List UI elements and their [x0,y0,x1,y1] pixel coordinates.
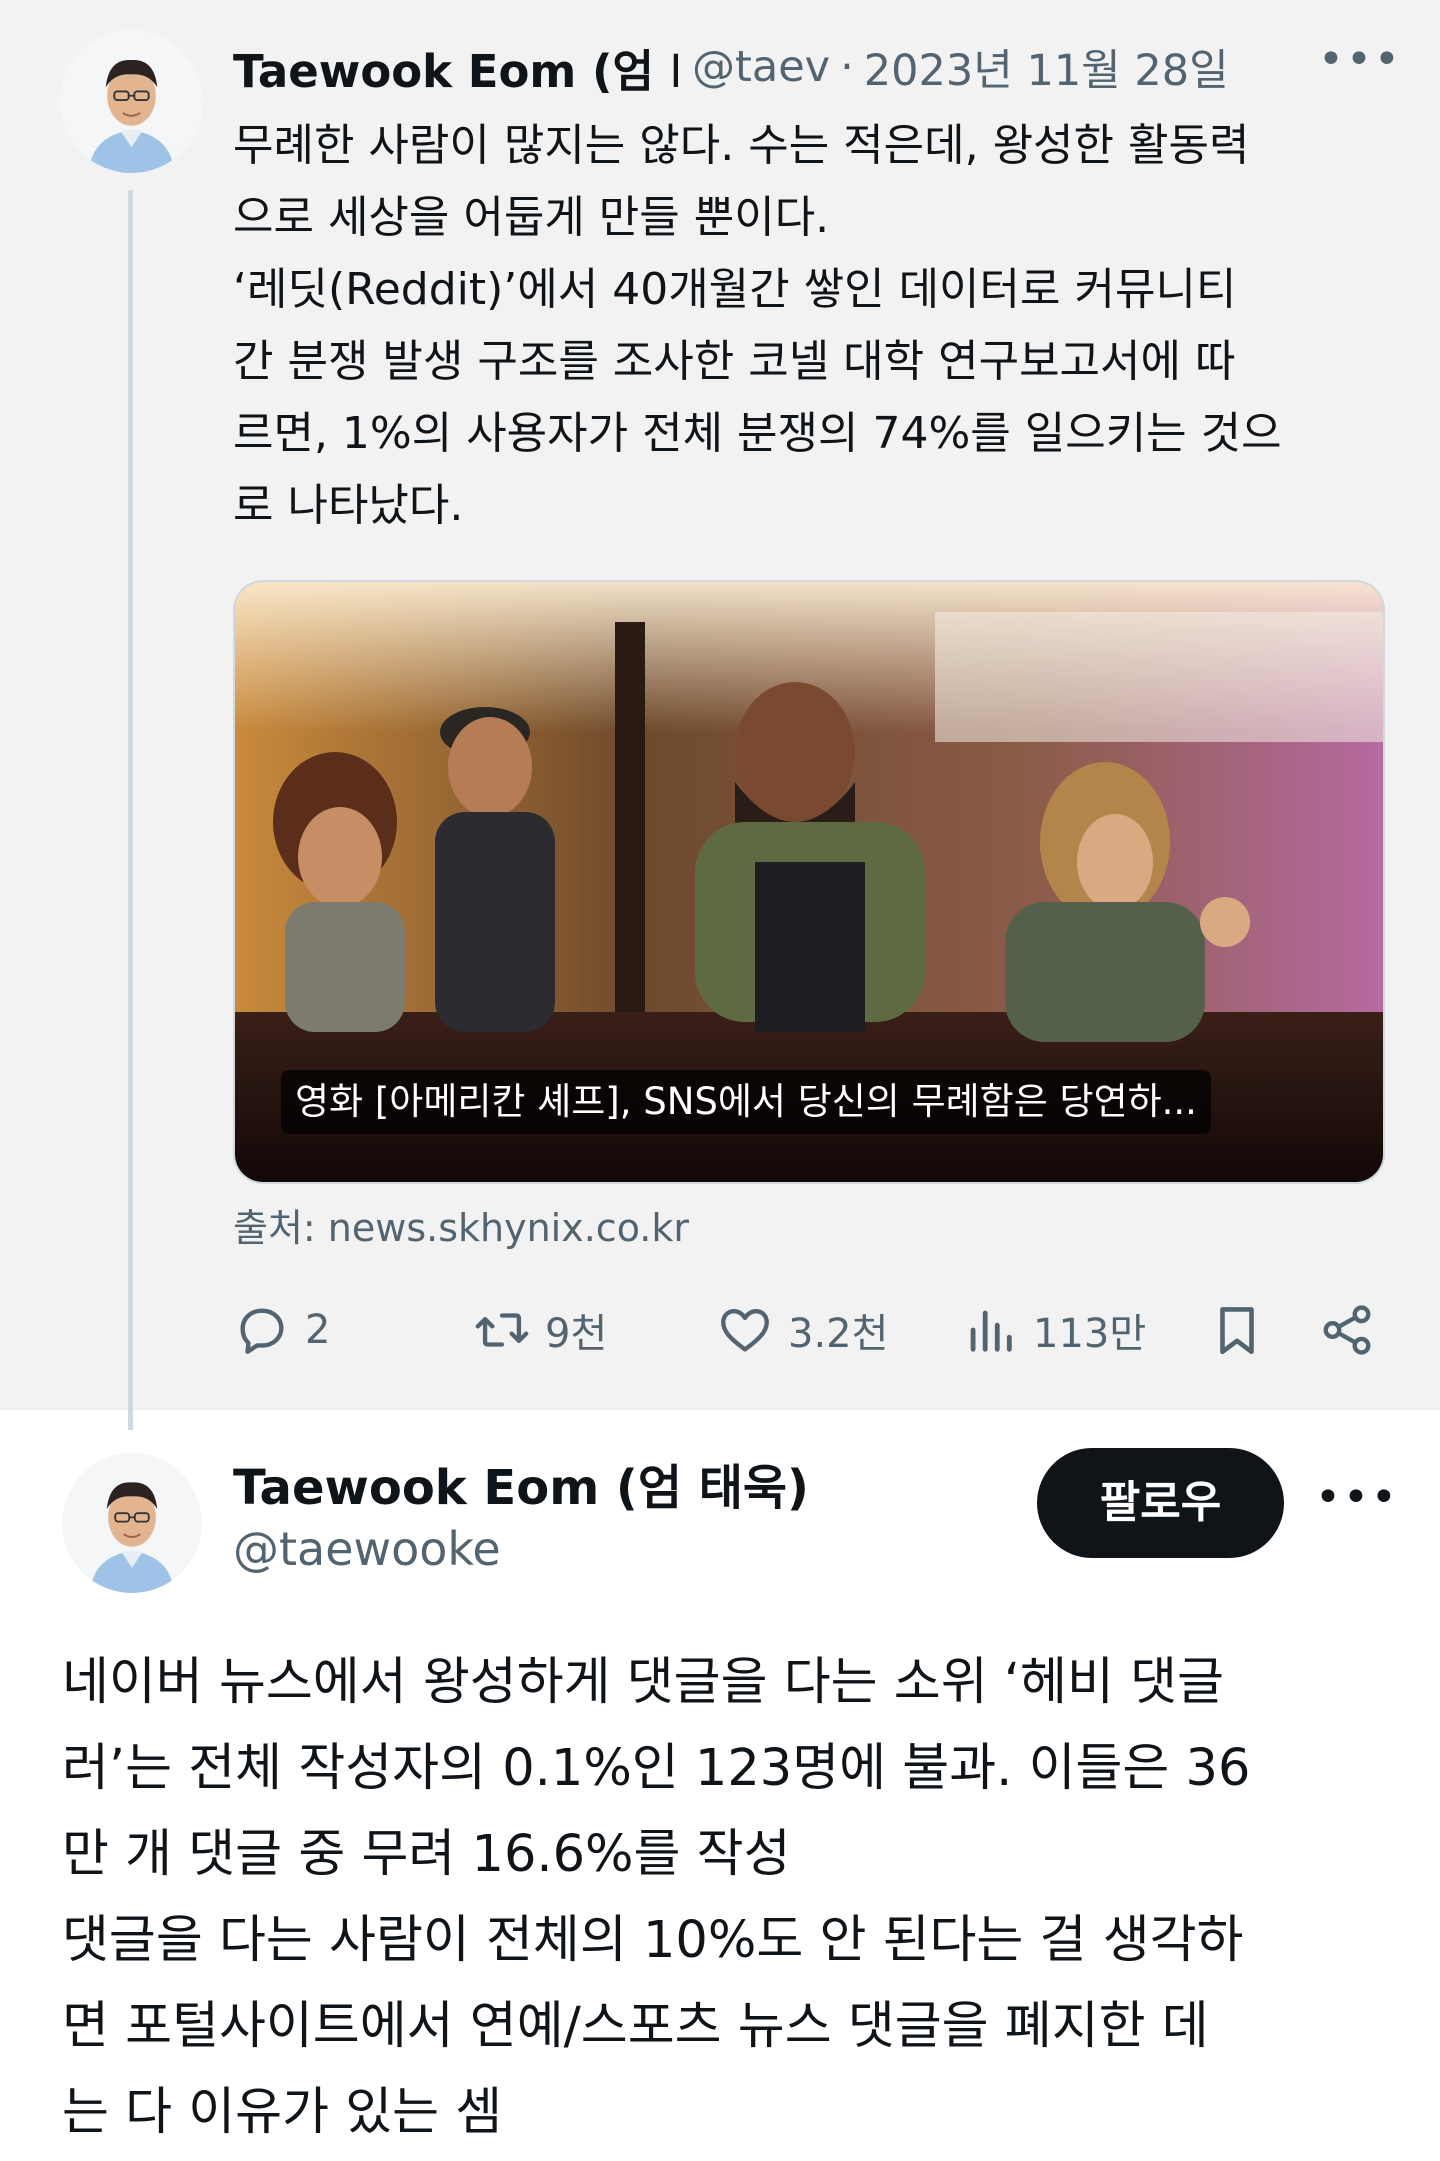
author-avatar[interactable] [62,1453,202,1593]
tweet-text: 네이버 뉴스에서 왕성하게 댓글을 다는 소위 ‘헤비 댓글 러’는 전체 작성… [62,1653,1251,2142]
author-avatar[interactable] [60,30,203,173]
reply-icon [240,1308,284,1354]
thread-connector-line [128,190,133,1430]
quoted-tweet-text: 무례한 사람이 많지는 않다. 수는 적은데, 왕성한 활동력 으로 세상을 어… [233,120,1282,531]
like-count: 3.2천 [788,1311,889,1357]
like-button[interactable]: 3.2천 [716,1290,888,1370]
link-card-title: 영화 [아메리칸 셰프], SNS에서 당신의 무례함은 당연하... [281,1070,1211,1134]
link-card-source[interactable]: 출처: news.skhynix.co.kr [233,1197,689,1252]
tweet-date[interactable]: 2023년 11월 28일 [864,36,1229,98]
quoted-tweet-header: Taewook Eom (엄 I @taev · 2023년 11월 28일 [233,32,1383,102]
author-handle[interactable]: @taev [692,42,830,92]
views-button[interactable]: 113만 [961,1290,1146,1370]
link-card[interactable]: 영화 [아메리칸 셰프], SNS에서 당신의 무례함은 당연하... [233,580,1385,1184]
bookmark-button[interactable] [1208,1290,1266,1370]
share-icon [1323,1305,1371,1355]
heart-icon [721,1308,769,1352]
retweet-icon [475,1313,529,1347]
tweet-action-bar: 2 9천 3.2천 113만 [233,1290,1393,1370]
views-count: 113만 [1033,1311,1147,1357]
reply-count: 2 [305,1307,331,1353]
bookmark-icon [1220,1307,1254,1355]
avatar-image [60,30,203,173]
reply-button[interactable]: 2 [233,1290,330,1370]
separator-dot: · [840,42,854,92]
retweet-count: 9천 [545,1311,608,1357]
author-name[interactable]: Taewook Eom (엄 태욱) [233,1448,809,1518]
more-horizontal-icon[interactable]: ••• [1318,38,1400,90]
follow-button[interactable]: 팔로우 [1037,1448,1284,1558]
avatar-image [62,1453,202,1593]
analytics-icon [970,1310,1012,1352]
share-button[interactable] [1318,1290,1376,1370]
retweet-button[interactable]: 9천 [473,1290,607,1370]
more-horizontal-icon[interactable]: ••• [1315,1476,1397,1528]
author-handle[interactable]: @taewooke [233,1522,501,1576]
author-name[interactable]: Taewook Eom (엄 I [233,35,678,100]
